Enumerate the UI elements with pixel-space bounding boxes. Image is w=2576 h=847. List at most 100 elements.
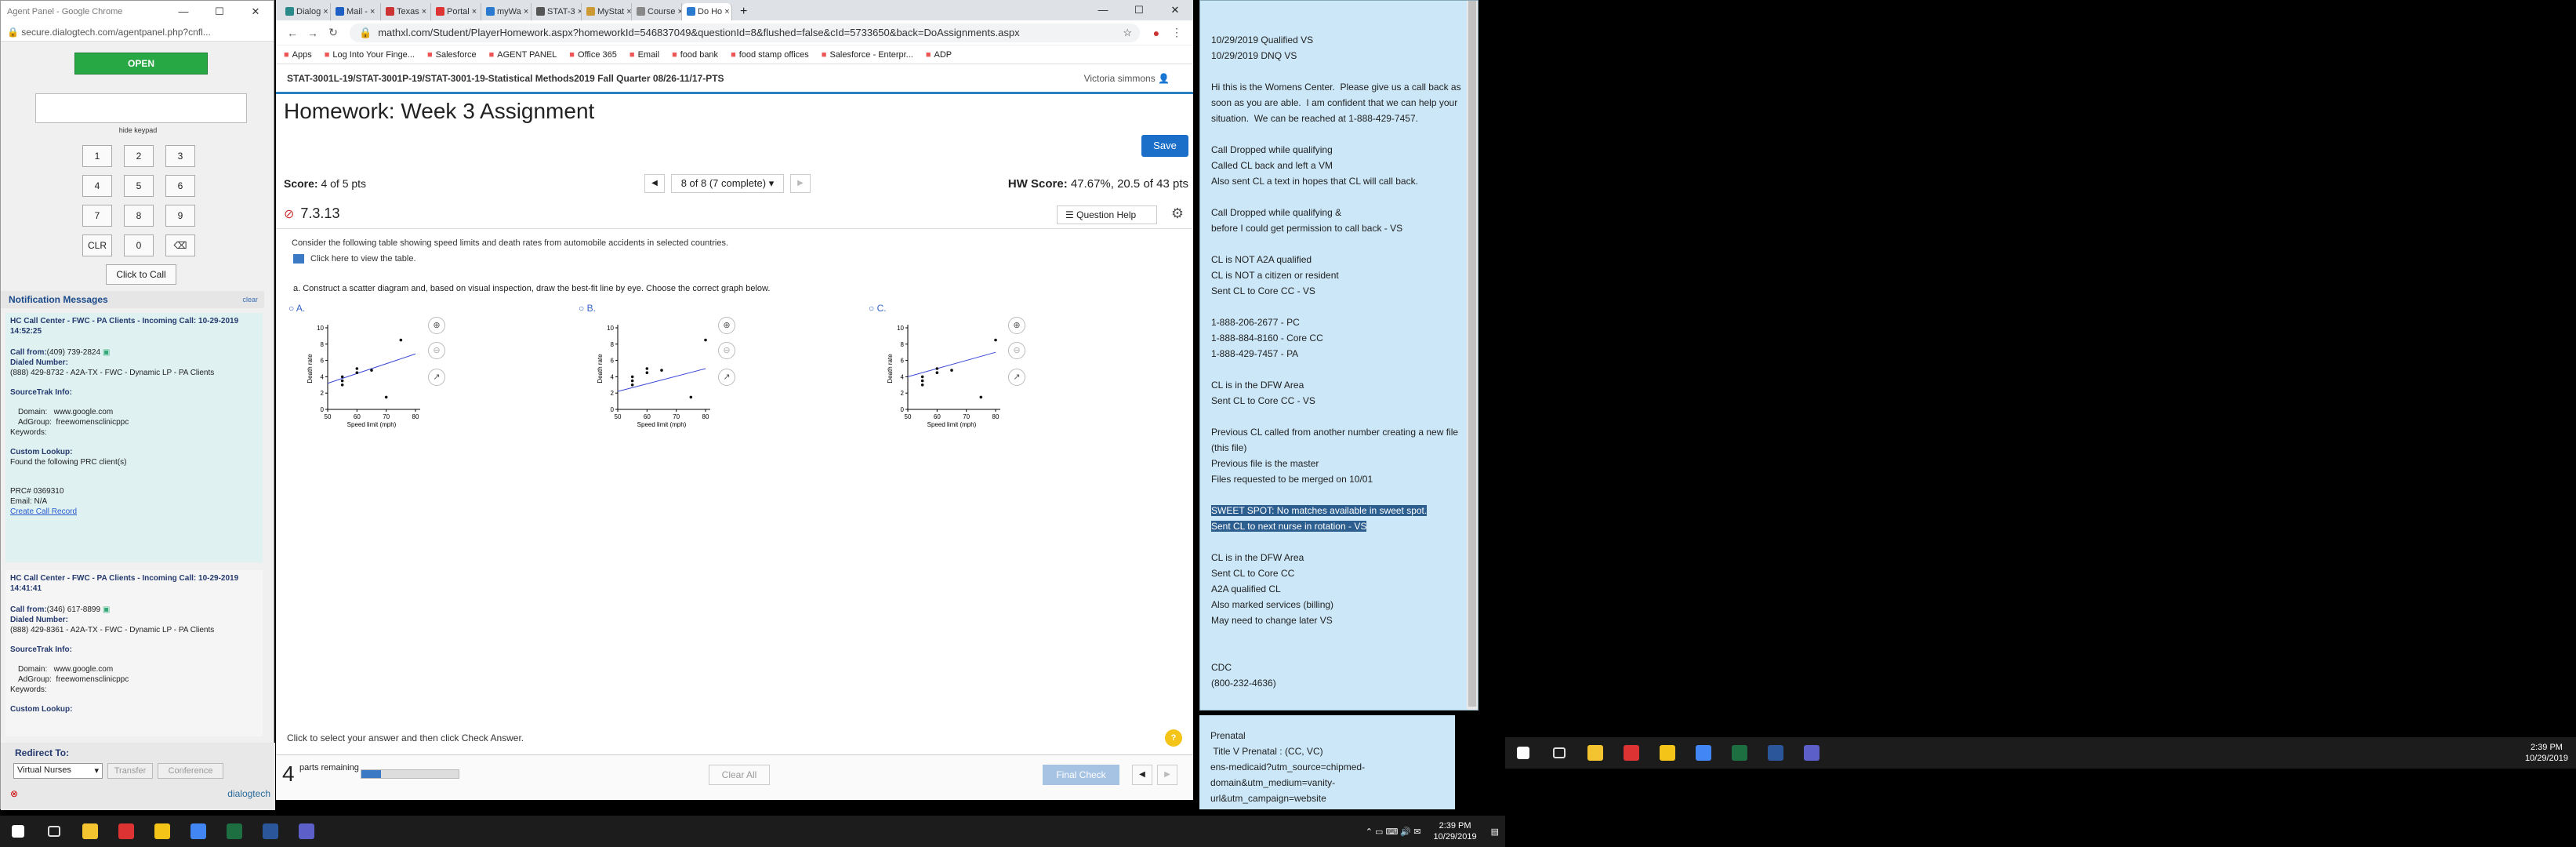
tray-icons[interactable]: ⌃ ▭ ⌨ 🔊 ✉ [1366, 827, 1426, 837]
question-help-button[interactable]: ☰ Question Help [1057, 205, 1157, 224]
bookmark-item[interactable]: ■ Email [629, 50, 659, 60]
keypad-key[interactable]: 3 [165, 145, 195, 167]
click-to-call-button[interactable]: Click to Call [106, 264, 176, 285]
notes-panel[interactable]: 10/29/2019 Qualified VS 10/29/2019 DNQ V… [1199, 0, 1478, 711]
option-c-radio[interactable]: ○ C. [869, 303, 887, 314]
keypad-key[interactable]: 2 [124, 145, 154, 167]
keypad-key[interactable]: 1 [82, 145, 112, 167]
windows-start-icon[interactable] [1505, 737, 1541, 769]
bookmark-item[interactable]: ■ Apps [284, 50, 312, 60]
popout-icon[interactable]: ↗ [1008, 369, 1025, 386]
menu-icon[interactable]: ⋮ [1166, 26, 1187, 39]
bookmark-item[interactable]: ■ food stamp offices [731, 50, 809, 60]
close-tab-icon[interactable]: × [470, 7, 477, 16]
close-tab-icon[interactable]: × [675, 7, 681, 16]
maximize-icon[interactable]: ☐ [201, 5, 238, 18]
zoom-in-icon[interactable]: ⊕ [1008, 317, 1025, 334]
browser-tab[interactable]: STAT-3 × [532, 3, 582, 20]
prev-icon[interactable]: ◀ [1132, 765, 1152, 785]
excel-icon[interactable] [1722, 737, 1758, 769]
question-dropdown[interactable]: 8 of 8 (7 complete) ▾ [671, 174, 784, 193]
sticky-notes-icon[interactable] [1649, 737, 1685, 769]
option-a-radio[interactable]: ○ A. [288, 303, 305, 314]
word-icon[interactable] [252, 816, 288, 847]
dial-input[interactable] [35, 93, 247, 123]
minimize-icon[interactable]: — [1085, 0, 1121, 20]
hide-keypad-link[interactable]: hide keypad [1, 126, 275, 134]
close-icon[interactable]: ✕ [1157, 0, 1193, 20]
clear-link[interactable]: clear [242, 291, 258, 308]
bookmark-item[interactable]: ■ ADP [926, 50, 952, 60]
task-view-icon[interactable] [1541, 737, 1577, 769]
zoom-out-icon[interactable]: ⊖ [718, 342, 735, 359]
close-tab-icon[interactable]: × [419, 7, 426, 16]
option-c[interactable]: ○ C. 0 2 4 6 8 10 50 60 70 80 Speed limit (mph) Dea… [869, 301, 1057, 450]
close-tab-icon[interactable]: × [321, 7, 328, 16]
browser-tab[interactable]: Texas × [381, 3, 431, 20]
conference-button[interactable]: Conference [158, 763, 223, 779]
next-question-icon[interactable]: ▶ [790, 174, 811, 193]
keypad-key[interactable]: 9 [165, 205, 195, 227]
back-icon[interactable]: ← [282, 27, 303, 39]
open-button[interactable]: OPEN [74, 53, 208, 75]
keypad-key[interactable]: 0 [124, 234, 154, 256]
save-button[interactable]: Save [1141, 135, 1188, 157]
gear-icon[interactable]: ⚙ [1171, 205, 1184, 222]
profile-icon[interactable]: ● [1146, 27, 1166, 39]
keypad-key[interactable]: CLR [82, 234, 112, 256]
browser-tab[interactable]: Dialog × [281, 3, 331, 20]
sticky-notes-icon[interactable] [144, 816, 180, 847]
word-icon[interactable] [1758, 737, 1794, 769]
close-icon[interactable]: ✕ [238, 5, 274, 18]
clock[interactable]: 2:39 PM 10/29/2019 [2517, 742, 2576, 764]
task-view-icon[interactable] [36, 816, 72, 847]
scroll-thumb[interactable] [1468, 1, 1476, 707]
option-a[interactable]: ○ A. 0 2 4 6 8 10 50 60 70 80 Speed limit (mph) Dea… [288, 301, 477, 450]
contact-card-icon[interactable]: ▣ [103, 605, 110, 614]
file-explorer-icon[interactable] [1577, 737, 1613, 769]
keypad-key[interactable]: 7 [82, 205, 112, 227]
chrome-icon[interactable] [180, 816, 216, 847]
close-tab-icon[interactable]: × [722, 7, 729, 16]
zoom-out-icon[interactable]: ⊖ [428, 342, 445, 359]
maximize-icon[interactable]: ☐ [1121, 0, 1157, 20]
reload-icon[interactable]: ↻ [323, 26, 343, 39]
close-tab-icon[interactable]: × [368, 7, 375, 16]
browser-tab[interactable]: Portal × [431, 3, 481, 20]
chrome-red-icon[interactable] [1613, 737, 1649, 769]
view-table-link[interactable]: Click here to view the table. [293, 254, 416, 264]
keypad-key[interactable]: ⌫ [165, 234, 195, 256]
chrome-red-icon[interactable] [108, 816, 144, 847]
clock[interactable]: 2:39 PM 10/29/2019 [1426, 820, 1485, 842]
bookmark-item[interactable]: ■ food bank [672, 50, 718, 60]
contact-card-icon[interactable]: ▣ [103, 348, 110, 357]
popout-icon[interactable]: ↗ [428, 369, 445, 386]
forward-icon[interactable]: → [303, 27, 323, 39]
prev-question-icon[interactable]: ◀ [644, 174, 665, 193]
close-tab-icon[interactable]: × [521, 7, 528, 16]
popout-icon[interactable]: ↗ [718, 369, 735, 386]
zoom-out-icon[interactable]: ⊖ [1008, 342, 1025, 359]
chrome-icon[interactable] [1685, 737, 1722, 769]
option-b-radio[interactable]: ○ B. [579, 303, 596, 314]
user-name[interactable]: Victoria simmons 👤 [1084, 73, 1170, 84]
bookmark-item[interactable]: ■ Salesforce [427, 50, 477, 60]
browser-tab[interactable]: myWa × [481, 3, 532, 20]
bookmark-item[interactable]: ■ AGENT PANEL [489, 50, 557, 60]
transfer-button[interactable]: Transfer [107, 763, 153, 779]
excel-icon[interactable] [216, 816, 252, 847]
clear-all-button[interactable]: Clear All [709, 765, 770, 785]
teams-icon[interactable] [288, 816, 325, 847]
notification-center-icon[interactable]: ▤ [1485, 827, 1505, 837]
close-tab-icon[interactable]: × [575, 7, 581, 16]
help-icon[interactable]: ? [1165, 729, 1182, 747]
tools-icon[interactable]: ⊘ [284, 206, 294, 222]
option-b[interactable]: ○ B. 0 2 4 6 8 10 50 60 70 80 Speed limit (mph) Dea… [579, 301, 767, 450]
bookmark-item[interactable]: ■ Salesforce - Enterpr... [822, 50, 913, 60]
next-icon[interactable]: ▶ [1157, 765, 1177, 785]
browser-tab[interactable]: Course × [632, 3, 682, 20]
address-bar[interactable]: 🔒 mathxl.com/Student/PlayerHomework.aspx… [350, 23, 1140, 42]
keypad-key[interactable]: 4 [82, 175, 112, 197]
new-tab-button[interactable]: + [732, 3, 755, 20]
file-explorer-icon[interactable] [72, 816, 108, 847]
